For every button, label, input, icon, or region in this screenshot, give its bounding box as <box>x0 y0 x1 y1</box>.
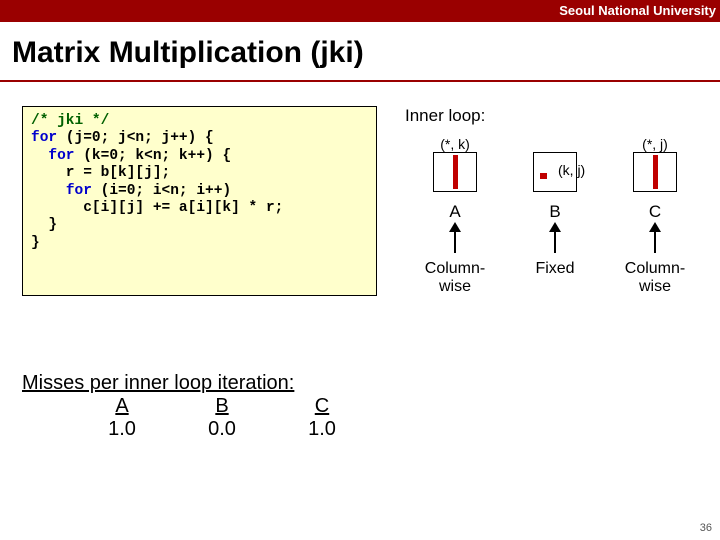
kw-for: for <box>48 148 74 164</box>
arrow-row <box>405 222 705 258</box>
header-bar: Seoul National University <box>0 0 720 22</box>
kw-for: for <box>66 183 92 199</box>
column-marker-icon <box>453 155 458 189</box>
access-B: Fixed <box>510 260 600 295</box>
misses-section: Misses per inner loop iteration: A 1.0 B… <box>22 372 372 441</box>
access-pattern-row: Column- wise Fixed Column- wise <box>405 260 705 295</box>
name-C: C <box>610 202 700 222</box>
inner-loop-diagram: Inner loop: (*, k) (*, j) (k, j) <box>405 106 705 346</box>
misses-grid: A 1.0 B 0.0 C 1.0 <box>72 395 372 441</box>
misses-title: Misses per inner loop iteration: <box>22 372 372 395</box>
content-area: /* jki */ for (j=0; j<n; j++) { for (k=0… <box>0 82 720 502</box>
misses-col-B: B 0.0 <box>172 395 272 441</box>
matrix-row: (k, j) <box>405 152 705 198</box>
kw-for: for <box>31 130 57 146</box>
access-C: Column- wise <box>610 260 700 295</box>
idx-B: (k, j) <box>558 162 585 178</box>
arrow-up-icon <box>649 222 661 232</box>
misses-col-C: C 1.0 <box>272 395 372 441</box>
name-B: B <box>510 202 600 222</box>
name-A: A <box>410 202 500 222</box>
arrow-up-icon <box>449 222 461 232</box>
inner-loop-title: Inner loop: <box>405 106 705 126</box>
element-marker-icon <box>540 173 547 179</box>
matrix-C <box>633 152 677 192</box>
arrow-up-icon <box>549 222 561 232</box>
page-number: 36 <box>700 522 712 534</box>
code-block: /* jki */ for (j=0; j<n; j++) { for (k=0… <box>22 106 377 296</box>
idx-A: (*, k) <box>410 136 500 152</box>
column-marker-icon <box>653 155 658 189</box>
misses-col-A: A 1.0 <box>72 395 172 441</box>
index-row: (*, k) (*, j) <box>405 132 705 152</box>
slide-title: Matrix Multiplication (jki) <box>0 22 720 80</box>
matrix-name-row: A B C <box>405 202 705 222</box>
access-A: Column- wise <box>410 260 500 295</box>
idx-C: (*, j) <box>610 136 700 152</box>
code-comment: /* jki */ <box>31 113 109 129</box>
matrix-A <box>433 152 477 192</box>
org-name: Seoul National University <box>559 3 716 18</box>
